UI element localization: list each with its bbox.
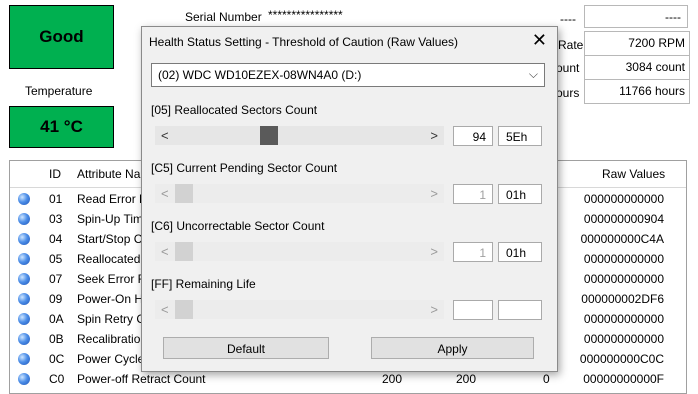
arrow-left-icon: < <box>161 302 169 317</box>
threshold-hex-field: 01h <box>498 184 542 204</box>
attribute-name: Power-off Retract Count <box>77 372 206 386</box>
status-dot-icon <box>18 233 30 245</box>
drive-select-value: (02) WDC WD10EZEX-08WN4A0 (D:) <box>158 68 362 82</box>
attribute-id: 0C <box>49 352 65 366</box>
arrow-left-icon: < <box>161 186 169 201</box>
status-dot-icon <box>18 273 30 285</box>
status-dot-icon <box>18 193 30 205</box>
temperature-label: Temperature <box>25 84 93 98</box>
attribute-raw-value: 00000000000F <box>583 372 664 386</box>
status-dot-icon <box>18 293 30 305</box>
attribute-name: Seek Error R <box>77 272 147 286</box>
threshold-value-field[interactable]: 1 <box>453 242 493 262</box>
dash-field-2: ---- <box>584 5 688 28</box>
slider-thumb <box>175 242 193 261</box>
rotation-rate-field: 7200 RPM <box>584 31 690 56</box>
arrow-left-icon[interactable]: < <box>161 128 169 143</box>
apply-button[interactable]: Apply <box>371 337 534 359</box>
health-status-tile[interactable]: Good <box>9 5 114 69</box>
attribute-threshold: 0 <box>543 372 550 386</box>
attribute-name: Read Error R <box>77 192 148 206</box>
threshold-slider: < > <box>155 184 444 203</box>
power-on-count-label: ount <box>556 61 580 75</box>
attribute-name: Spin Retry C <box>77 312 146 326</box>
attribute-current: 200 <box>382 372 403 386</box>
health-status-text: Good <box>39 27 84 46</box>
attribute-raw-value: 000000000000 <box>583 192 664 206</box>
attribute-id: 09 <box>49 292 63 306</box>
attribute-name: Recalibratio <box>77 332 141 346</box>
arrow-right-icon: > <box>430 186 438 201</box>
attribute-raw-value: 000000000000 <box>583 332 664 346</box>
dialog-title: Health Status Setting - Threshold of Cau… <box>149 35 459 49</box>
slider-thumb <box>175 184 193 203</box>
threshold-section-label: [C5] Current Pending Sector Count <box>151 161 338 175</box>
serial-number-field: **************** <box>265 5 507 27</box>
attribute-name: Power Cycle <box>77 352 145 366</box>
attribute-id: 0B <box>49 332 64 346</box>
threshold-section-label: [05] Reallocated Sectors Count <box>151 103 318 117</box>
attribute-id: 07 <box>49 272 63 286</box>
attribute-id: 0A <box>49 312 64 326</box>
drive-select[interactable]: (02) WDC WD10EZEX-08WN4A0 (D:) ⌵ <box>151 63 545 87</box>
status-dot-icon <box>18 213 30 225</box>
status-dot-icon <box>18 353 30 365</box>
attribute-id: 05 <box>49 252 63 266</box>
default-button[interactable]: Default <box>163 337 329 359</box>
attribute-id: 01 <box>49 192 63 206</box>
attribute-worst: 200 <box>456 372 477 386</box>
threshold-hex-field: 5Eh <box>498 126 542 146</box>
threshold-value-field[interactable] <box>453 300 493 320</box>
attribute-id: 03 <box>49 212 63 226</box>
attribute-raw-value: 000000002DF6 <box>581 292 664 306</box>
attribute-raw-value: 000000000000 <box>583 312 664 326</box>
chevron-down-icon: ⌵ <box>528 67 538 81</box>
arrow-right-icon: > <box>430 244 438 259</box>
power-on-hours-field: 11766 hours <box>584 79 690 104</box>
status-dot-icon <box>18 253 30 265</box>
table-row[interactable]: C0 Power-off Retract Count 200 200 0 00000000… <box>10 369 686 389</box>
power-on-hours-label: ours <box>556 86 580 100</box>
threshold-section-label: [FF] Remaining Life <box>151 277 256 291</box>
attribute-name: Reallocated <box>77 252 141 266</box>
header-id[interactable]: ID <box>49 167 61 181</box>
slider-thumb[interactable] <box>260 126 278 145</box>
threshold-hex-field <box>498 300 542 320</box>
dash-text-1: ---- <box>560 12 576 26</box>
threshold-value-field[interactable]: 1 <box>453 184 493 204</box>
threshold-hex-field: 01h <box>498 242 542 262</box>
header-raw-values[interactable]: Raw Values <box>602 167 665 181</box>
arrow-left-icon: < <box>161 244 169 259</box>
slider-thumb <box>175 300 193 319</box>
rotation-rate-label: Rate <box>558 38 584 52</box>
close-icon[interactable]: ✕ <box>532 31 547 49</box>
attribute-raw-value: 000000000000 <box>583 272 664 286</box>
arrow-right-icon[interactable]: > <box>430 128 438 143</box>
attribute-raw-value: 000000000C0C <box>579 352 664 366</box>
attribute-raw-value: 000000000000 <box>583 252 664 266</box>
temperature-text: 41 °C <box>40 117 83 136</box>
threshold-section-label: [C6] Uncorrectable Sector Count <box>151 219 325 233</box>
threshold-slider: < > <box>155 300 444 319</box>
attribute-name: Spin-Up Tim <box>77 212 144 226</box>
serial-number-label: Serial Number <box>185 10 262 24</box>
temperature-tile[interactable]: 41 °C <box>9 106 114 148</box>
attribute-name: Power-On H <box>77 292 144 306</box>
threshold-slider: < > <box>155 242 444 261</box>
attribute-id: 04 <box>49 232 63 246</box>
power-on-count-field: 3084 count <box>584 55 690 80</box>
attribute-name: Start/Stop C <box>77 232 143 246</box>
header-attribute-name[interactable]: Attribute Na <box>77 167 140 181</box>
health-status-setting-dialog: Health Status Setting - Threshold of Cau… <box>141 26 558 372</box>
status-dot-icon <box>18 333 30 345</box>
status-dot-icon <box>18 373 30 385</box>
attribute-id: C0 <box>49 372 65 386</box>
status-dot-icon <box>18 313 30 325</box>
arrow-right-icon: > <box>430 302 438 317</box>
attribute-raw-value: 000000000C4A <box>580 232 664 246</box>
threshold-slider[interactable]: < > <box>155 126 444 145</box>
attribute-raw-value: 000000000904 <box>583 212 664 226</box>
threshold-value-field[interactable]: 94 <box>453 126 493 146</box>
